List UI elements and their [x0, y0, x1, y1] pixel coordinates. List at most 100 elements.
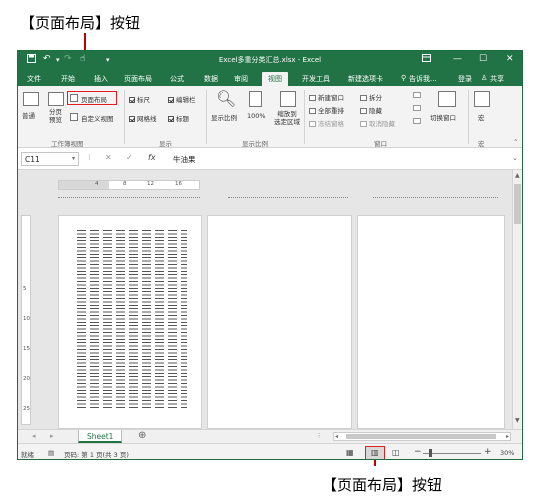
reset-position-icon[interactable]	[413, 118, 421, 124]
enter-icon[interactable]: ✓	[126, 153, 133, 162]
insert-function-button[interactable]: fx	[148, 153, 156, 162]
tab-insert[interactable]: 插入	[94, 74, 108, 84]
normal-view-button[interactable]: 普通	[22, 110, 35, 120]
formula-bar-checkbox[interactable]: 编辑栏	[168, 94, 196, 104]
tab-formulas[interactable]: 公式	[170, 74, 184, 84]
top-annotation-label: 【页面布局】按钮	[20, 14, 141, 32]
zoom-100-button[interactable]: 100%	[247, 112, 266, 120]
switch-windows-icon[interactable]	[438, 91, 456, 107]
sync-scroll-icon[interactable]	[413, 105, 421, 111]
close-button[interactable]: ✕	[506, 54, 514, 64]
new-window-icon	[309, 95, 316, 101]
arrange-all-icon	[309, 108, 316, 114]
page-layout-status-button[interactable]: ▥	[365, 446, 385, 459]
scrollbar-thumb[interactable]	[514, 184, 521, 224]
ruler-label: 标尺	[137, 96, 150, 104]
zoom-icon[interactable]: 🔍︎	[216, 89, 236, 108]
tab-review[interactable]: 审阅	[234, 74, 248, 84]
vertical-ruler-tick: 15	[23, 346, 30, 352]
vertical-ruler-tick: 10	[23, 316, 30, 322]
tab-page-layout[interactable]: 页面布局	[124, 74, 152, 84]
sheet-tab-sheet1[interactable]: Sheet1	[78, 430, 123, 443]
tab-home[interactable]: 开始	[61, 74, 75, 84]
zoom-level[interactable]: 30%	[500, 449, 514, 457]
tab-scroll-left-icon[interactable]: ◂	[32, 432, 36, 440]
freeze-panes-label: 冻结窗格	[318, 120, 344, 128]
macros-icon[interactable]	[474, 91, 490, 107]
tab-developer[interactable]: 开发工具	[302, 74, 330, 84]
ruler-tick: 8	[123, 181, 127, 187]
checkbox-icon	[168, 97, 174, 103]
expand-formula-bar-icon[interactable]: ⌄	[512, 154, 518, 162]
new-window-button[interactable]: 新建窗口	[309, 92, 344, 102]
tab-scroll-right-icon[interactable]: ▸	[50, 432, 54, 440]
switch-windows-button[interactable]: 切换窗口	[430, 112, 456, 122]
minimize-button[interactable]: —	[453, 54, 462, 64]
ruler-checkbox[interactable]: 标尺	[129, 94, 150, 104]
split-button[interactable]: 拆分	[360, 92, 382, 102]
formula-input[interactable]: 牛油果	[173, 154, 196, 165]
scroll-right-icon[interactable]: ▸	[506, 433, 509, 440]
page-3[interactable]	[357, 215, 505, 429]
macros-button[interactable]: 宏	[478, 112, 485, 122]
split-icon	[360, 95, 367, 101]
freeze-panes-button[interactable]: 冻结窗格	[309, 118, 344, 128]
zoom-button[interactable]: 显示比例	[211, 112, 237, 122]
normal-view-icon[interactable]	[23, 92, 39, 106]
title-bar: ↶ ▾ ↷ ☝ ▾ Excel多重分类汇总.xlsx - Excel — ☐ ✕	[18, 51, 522, 69]
column-headers-strip	[228, 194, 348, 198]
tab-file[interactable]: 文件	[27, 74, 41, 84]
checkbox-icon	[129, 116, 135, 122]
page-2[interactable]	[207, 215, 352, 429]
unhide-button[interactable]: 取消隐藏	[360, 118, 395, 128]
name-box[interactable]: C11 ▾	[21, 152, 79, 166]
zoom-out-button[interactable]: −	[414, 447, 422, 457]
tab-view[interactable]: 视图	[262, 72, 288, 86]
scroll-left-icon[interactable]: ◂	[335, 433, 338, 440]
zoom-to-selection-button[interactable]: 缩放到 选定区域	[274, 110, 300, 126]
h-scrollbar-thumb[interactable]	[346, 434, 496, 439]
page-break-view-icon[interactable]	[48, 92, 64, 106]
zoom-in-button[interactable]: +	[484, 447, 492, 457]
tell-me-search[interactable]: 告诉我...	[409, 74, 437, 84]
scroll-down-icon[interactable]: ▼	[515, 417, 520, 424]
ribbon-display-icon[interactable]	[422, 54, 431, 65]
page-break-preview-button[interactable]: 分页 预览	[49, 108, 62, 124]
ruler-tick: 12	[147, 181, 154, 187]
custom-views-button[interactable]: 自定义视图	[81, 113, 114, 123]
ribbon-separator	[468, 90, 469, 144]
more-options-icon: ⁝	[318, 432, 321, 440]
gridlines-checkbox[interactable]: 网格线	[129, 113, 157, 123]
page-break-status-icon[interactable]: ◫	[392, 448, 400, 457]
add-sheet-icon[interactable]: ⊕	[138, 430, 146, 441]
headings-checkbox[interactable]: 标题	[168, 113, 189, 123]
cancel-icon[interactable]: ✕	[105, 153, 112, 162]
unhide-label: 取消隐藏	[369, 120, 395, 128]
checkbox-icon	[129, 97, 135, 103]
normal-view-status-icon[interactable]: ▦	[346, 448, 354, 457]
share-button[interactable]: 共享	[490, 74, 504, 84]
zoom100-icon[interactable]	[249, 91, 262, 107]
page-1[interactable]	[58, 215, 202, 429]
collapse-ribbon-icon[interactable]: ⌃	[513, 138, 518, 146]
macro-record-icon[interactable]: ▤	[48, 449, 54, 457]
tab-new[interactable]: 新建选项卡	[348, 74, 383, 84]
chevron-down-icon[interactable]: ▾	[72, 155, 75, 162]
side-by-side-icon[interactable]	[413, 92, 421, 98]
custom-view-icon	[70, 113, 78, 121]
vertical-scrollbar[interactable]: ▲ ▼	[512, 170, 522, 429]
hide-button[interactable]: 隐藏	[360, 105, 382, 115]
zoom-selection-icon[interactable]	[280, 91, 296, 107]
group-show: 显示	[159, 140, 172, 148]
bottom-annotation-label: 【页面布局】按钮	[322, 476, 443, 494]
horizontal-ruler: 4 8 12 16	[58, 180, 200, 190]
arrange-all-button[interactable]: 全部重排	[309, 105, 344, 115]
login-link[interactable]: 登录	[458, 74, 472, 84]
restore-button[interactable]: ☐	[479, 54, 487, 64]
zoom-slider-thumb[interactable]	[429, 449, 432, 457]
scroll-up-icon[interactable]: ▲	[515, 172, 520, 179]
page-layout-canvas[interactable]: 4 8 12 16 5 10 15 20 25	[18, 170, 522, 429]
more-icon: ⁝	[88, 153, 91, 162]
horizontal-scrollbar[interactable]: ◂ ▸	[333, 432, 511, 441]
tab-data[interactable]: 数据	[204, 74, 218, 84]
